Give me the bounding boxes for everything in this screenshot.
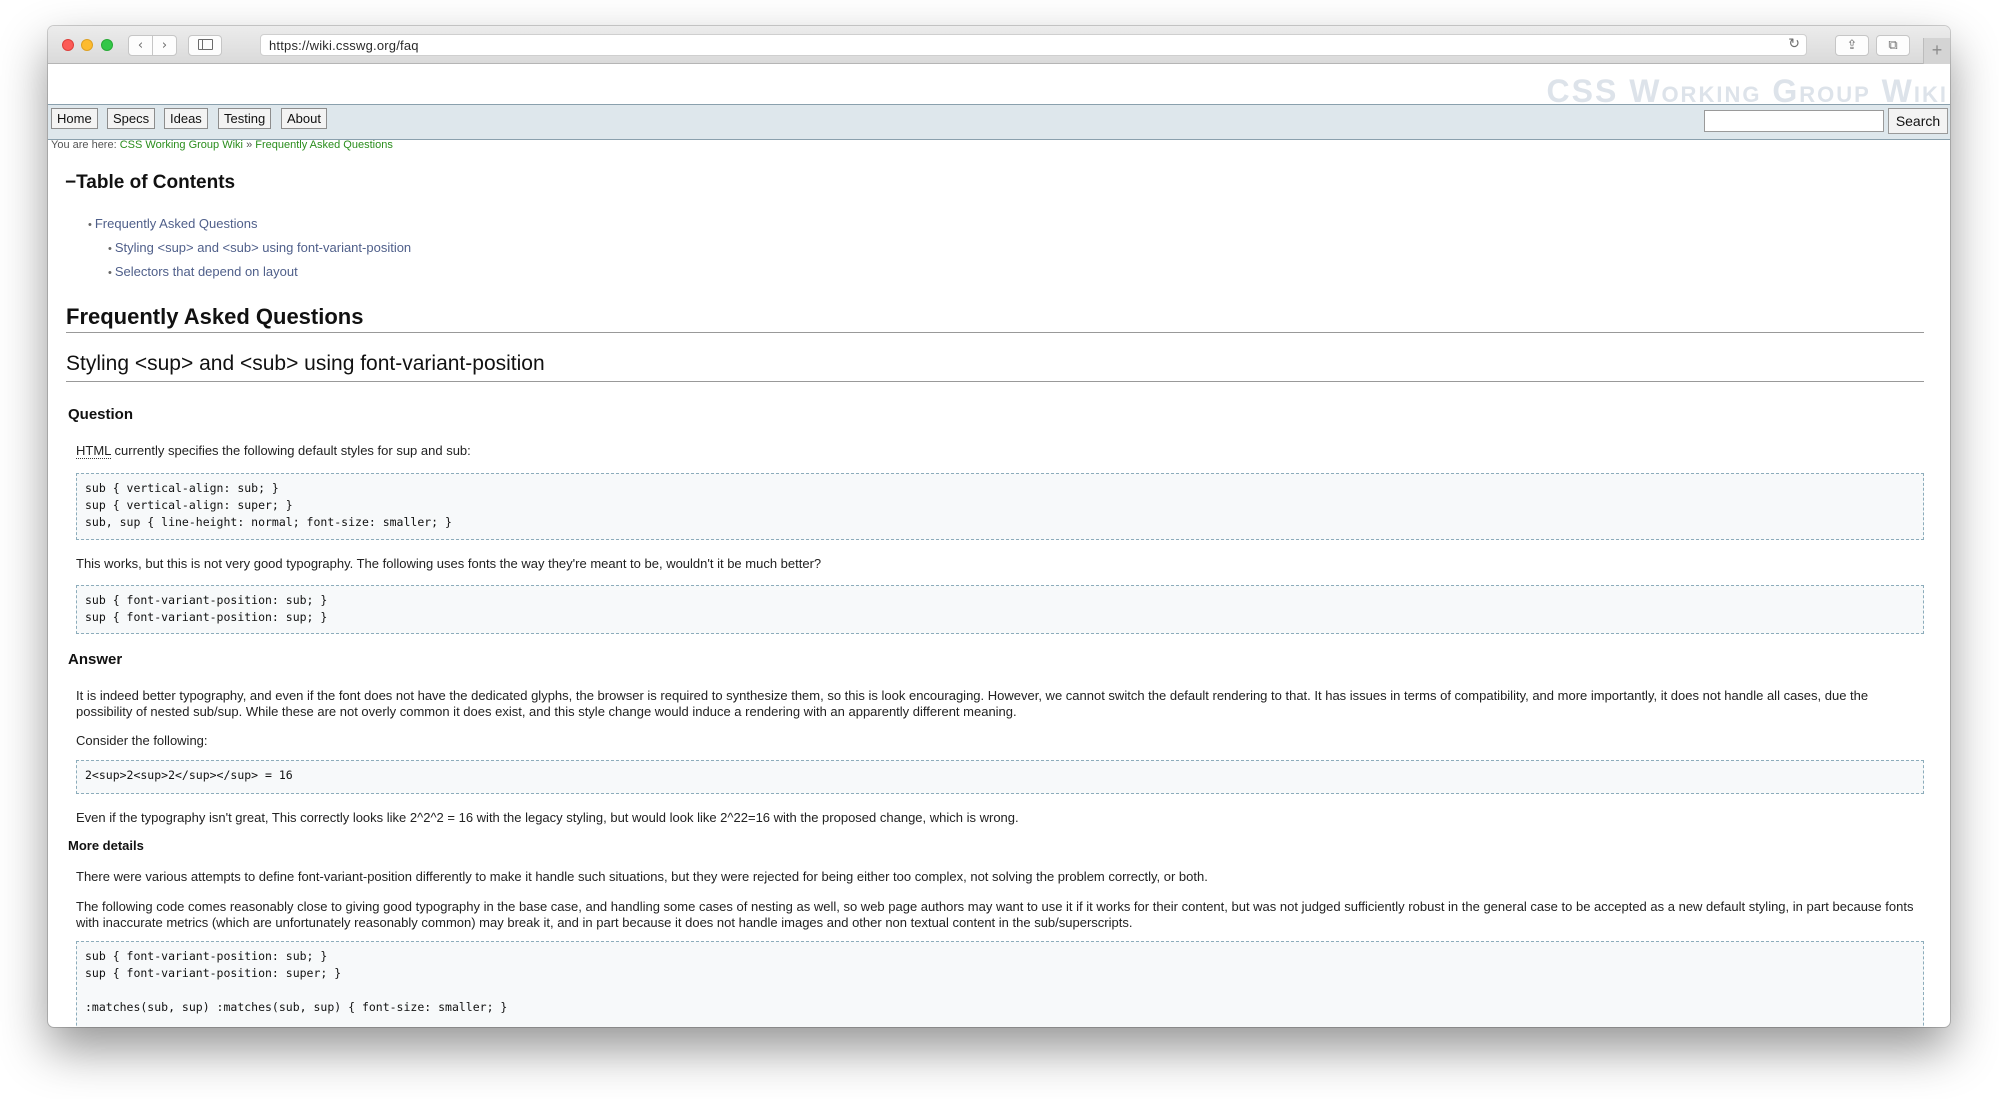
nav-home[interactable]: Home [51, 108, 98, 129]
breadcrumb-current-link[interactable]: Frequently Asked Questions [255, 139, 393, 151]
html-abbr: HTML [76, 443, 111, 459]
zoom-window-button[interactable] [101, 39, 113, 51]
question-heading: Question [68, 406, 134, 423]
chevron-right-icon: › [161, 38, 168, 53]
nav-about[interactable]: About [281, 108, 327, 129]
breadcrumb-separator: » [246, 139, 253, 151]
page-title: Frequently Asked Questions [66, 304, 364, 329]
code-block-workaround: sub { font-variant-position: sub; } sup … [76, 941, 1924, 1027]
question-followup: This works, but this is not very good ty… [76, 556, 822, 571]
code-line: sub { font-variant-position: sub; } [85, 593, 328, 607]
answer-paragraph: Consider the following: [76, 733, 208, 748]
code-line: sub, sup { line-height: normal; font-siz… [85, 515, 452, 529]
question-intro-text: currently specifies the following defaul… [110, 443, 471, 458]
sidebar-toggle-button[interactable] [188, 35, 222, 56]
code-block-nested-example: 2<sup>2<sup>2</sup></sup> = 16 [76, 760, 1924, 794]
sidebar-icon [197, 39, 213, 50]
code-line: sup { font-variant-position: sup; } [85, 610, 328, 624]
toc-item[interactable]: • Frequently Asked Questions [88, 216, 257, 231]
bullet-icon: • [108, 267, 112, 279]
forward-button[interactable]: › [152, 35, 177, 56]
site-navbar: Home Specs Ideas Testing About Search [48, 104, 1950, 140]
bullet-icon: • [88, 219, 92, 231]
answer-paragraph: It is indeed better typography, and even… [76, 688, 1869, 719]
new-tab-button[interactable]: + [1923, 38, 1950, 64]
toc-item-label: Selectors that depend on layout [114, 264, 298, 279]
plus-icon: + [1931, 40, 1943, 60]
code-block-default-styles: sub { vertical-align: sub; } sup { verti… [76, 473, 1924, 540]
back-button[interactable]: ‹ [128, 35, 153, 56]
reload-icon[interactable]: ↻ [1788, 36, 1800, 52]
browser-window: ‹ › https://wiki.csswg.org/faq ↻ ⇪ ⧉ + C… [48, 26, 1950, 1027]
share-button[interactable]: ⇪ [1835, 35, 1869, 56]
answer-heading: Answer [68, 651, 123, 668]
more-details-paragraph: There were various attempts to define fo… [76, 869, 1208, 884]
breadcrumb-root-link[interactable]: CSS Working Group Wiki [120, 139, 243, 151]
address-bar[interactable]: https://wiki.csswg.org/faq ↻ [260, 34, 1807, 56]
code-line: sup { vertical-align: super; } [85, 498, 293, 512]
bullet-icon: • [108, 243, 112, 255]
heading-rule [66, 381, 1924, 382]
code-block-proposed: sub { font-variant-position: sub; } sup … [76, 585, 1924, 634]
question-intro: HTML currently specifies the following d… [76, 443, 471, 459]
code-line: sub { font-variant-position: sub; } [85, 949, 328, 963]
show-tabs-button[interactable]: ⧉ [1876, 35, 1910, 56]
toc-item[interactable]: • Styling <sup> and <sub> using font-vari… [108, 240, 411, 255]
minimize-window-button[interactable] [81, 39, 93, 51]
nav-testing[interactable]: Testing [218, 108, 272, 129]
nav-ideas[interactable]: Ideas [164, 108, 208, 129]
more-details-heading: More details [68, 838, 144, 853]
share-icon: ⇪ [1846, 38, 1858, 53]
heading-rule [66, 332, 1924, 333]
search-button[interactable]: Search [1888, 108, 1948, 134]
section-heading: Styling <sup> and <sub> using font-varia… [66, 352, 545, 375]
breadcrumb-prefix: You are here: [51, 139, 117, 151]
answer-paragraph: Even if the typography isn't great, This… [76, 810, 1019, 825]
code-line: sub { vertical-align: sub; } [85, 481, 279, 495]
tabs-icon: ⧉ [1888, 38, 1898, 53]
chevron-left-icon: ‹ [137, 38, 144, 53]
code-line: 2<sup>2<sup>2</sup></sup> = 16 [85, 768, 293, 782]
code-line: sup { font-variant-position: super; } [85, 966, 342, 980]
nav-specs[interactable]: Specs [107, 108, 156, 129]
breadcrumb: You are here: CSS Working Group Wiki » F… [51, 139, 393, 151]
url-text: https://wiki.csswg.org/faq [269, 38, 419, 53]
close-window-button[interactable] [62, 39, 74, 51]
more-details-paragraph: The following code comes reasonably clos… [76, 899, 1914, 930]
toc-title[interactable]: −Table of Contents [65, 172, 235, 194]
toc-item-label: Styling <sup> and <sub> using font-varia… [114, 240, 412, 255]
browser-toolbar: ‹ › https://wiki.csswg.org/faq ↻ ⇪ ⧉ + [48, 26, 1950, 64]
site-header: CSS Working Group Wiki [48, 65, 1950, 109]
toc-item[interactable]: • Selectors that depend on layout [108, 264, 298, 279]
search-input[interactable] [1704, 110, 1884, 132]
toc-item-label: Frequently Asked Questions [94, 216, 258, 231]
code-line: :matches(sub, sup) :matches(sub, sup) { … [85, 1000, 508, 1014]
